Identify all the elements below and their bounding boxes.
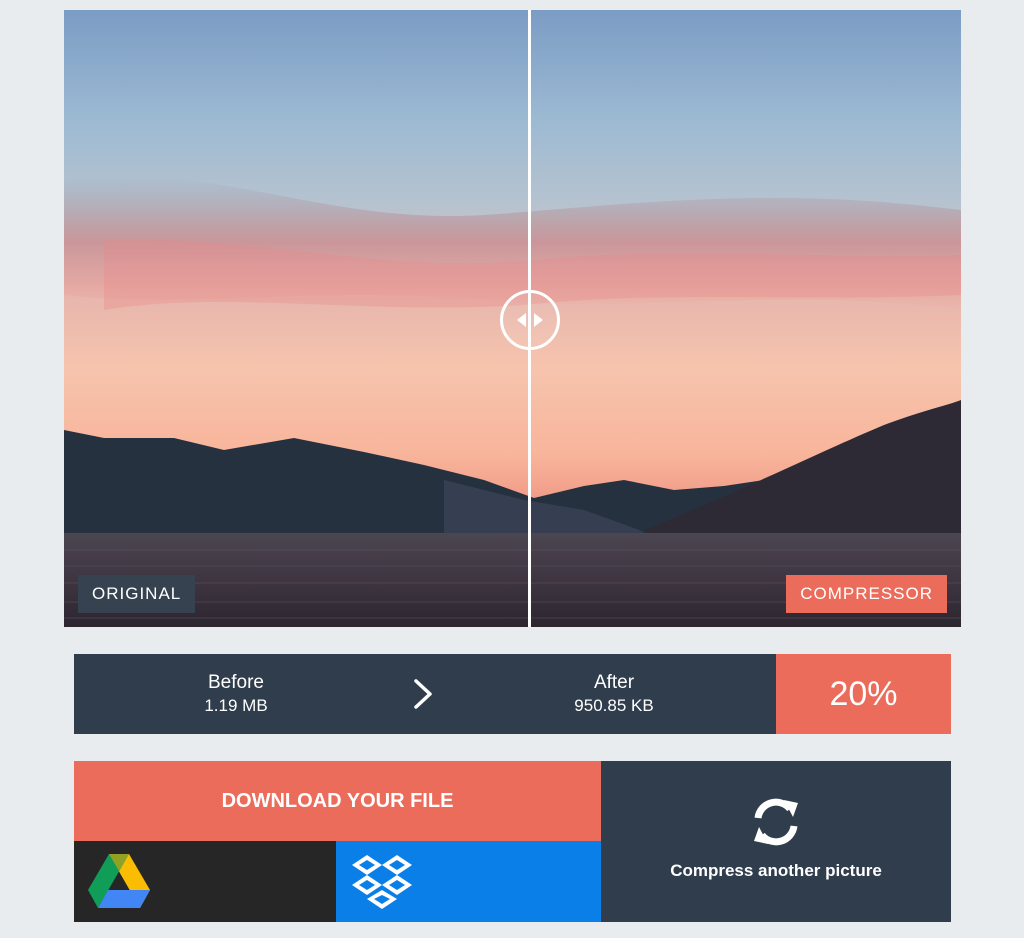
after-label: After (593, 672, 635, 693)
comparison-slider-handle[interactable] (500, 290, 560, 350)
image-comparison-viewer[interactable]: ORIGINAL COMPRESSOR (64, 10, 961, 627)
save-to-google-drive-button[interactable] (74, 841, 336, 922)
refresh-icon (754, 798, 798, 846)
original-label: ORIGINAL (78, 575, 196, 613)
before-size: 1.19 MB (204, 696, 268, 715)
download-button[interactable]: DOWNLOAD YOUR FILE (74, 761, 601, 841)
google-drive-icon (88, 854, 150, 908)
after-stat: After 950.85 KB (514, 654, 714, 734)
after-size: 950.85 KB (574, 696, 654, 715)
before-label: Before (208, 672, 264, 693)
save-to-dropbox-button[interactable] (336, 841, 601, 922)
compressed-label: COMPRESSOR (786, 575, 947, 613)
compression-stats: Before 1.19 MB After 950.85 KB 20% (74, 654, 951, 734)
chevron-right-icon (414, 679, 432, 709)
dropbox-icon (352, 855, 412, 909)
savings-percent: 20% (776, 654, 951, 734)
before-stat: Before 1.19 MB (136, 654, 336, 734)
compress-another-button[interactable]: Compress another picture (601, 761, 951, 922)
compress-another-label: Compress another picture (670, 861, 882, 880)
left-right-arrows-icon (517, 313, 543, 327)
